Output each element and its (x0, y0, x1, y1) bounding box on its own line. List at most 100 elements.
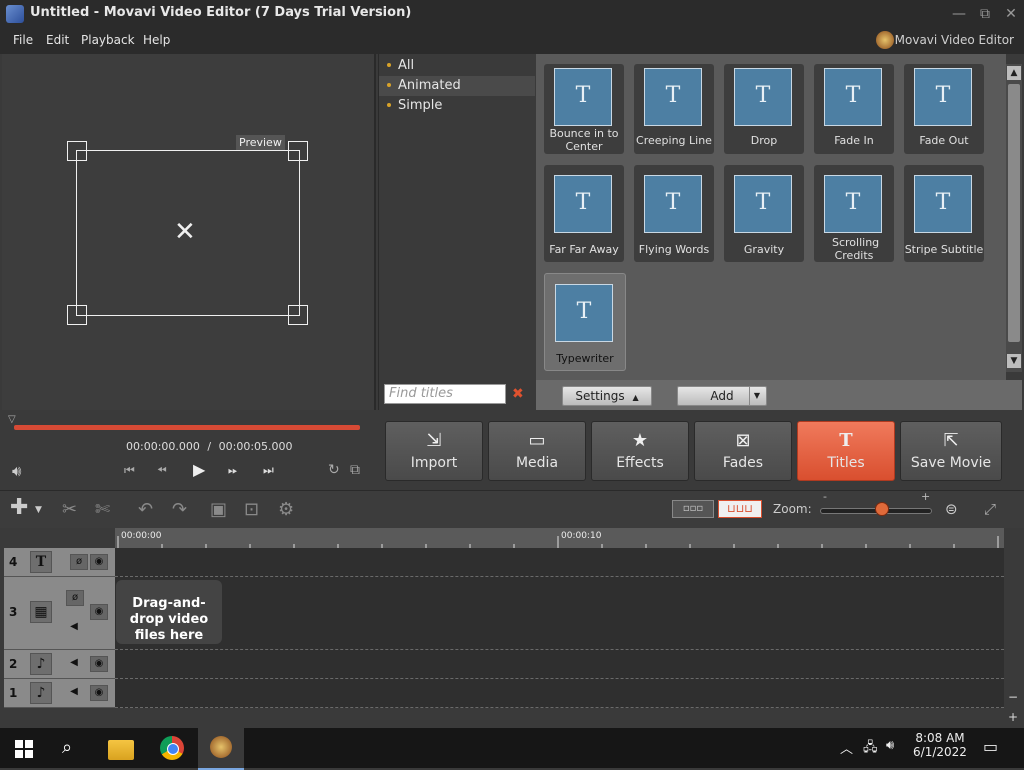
titles-scrollbar[interactable] (1006, 64, 1022, 372)
crop-icon[interactable]: ⧉ (350, 462, 360, 478)
cut-all-icon[interactable]: ✄ (95, 499, 110, 520)
resize-handle-bottom-right[interactable] (288, 305, 308, 325)
resize-handle-top-left[interactable] (67, 141, 87, 161)
title-tile-far-far-away[interactable]: T Far Far Away (544, 165, 624, 262)
playback-progress-bar[interactable] (14, 425, 360, 430)
title-tile-scrolling-credits[interactable]: T Scrolling Credits (814, 165, 894, 262)
fades-button[interactable]: ⊠ Fades (694, 421, 792, 481)
zoom-out-label[interactable]: - (823, 490, 827, 503)
title-glyph: T (845, 190, 861, 215)
redo-icon[interactable]: ↷ (172, 499, 187, 520)
rotate-icon[interactable]: ↻ (328, 462, 340, 478)
clip-export-icon[interactable]: ⊡ (244, 499, 259, 520)
media-button[interactable]: ▭ Media (488, 421, 586, 481)
timeline-view-icon[interactable]: ⊔⊔⊔ (718, 500, 762, 518)
skip-to-end-icon[interactable]: ⏭︎ (263, 463, 274, 478)
play-icon[interactable]: ▶ (193, 460, 205, 479)
add-button[interactable]: Add ▼ (677, 386, 767, 406)
track-lane-2[interactable] (115, 650, 1004, 679)
playhead-marker-icon[interactable]: ▽ (8, 414, 18, 425)
title-tile-fade-out[interactable]: T Fade Out (904, 64, 984, 154)
track-lane-1[interactable] (115, 679, 1004, 708)
zoom-in-label[interactable]: + (921, 490, 930, 503)
title-glyph: T (575, 190, 591, 215)
minimize-button[interactable]: — (946, 4, 972, 24)
track-lane-4[interactable] (115, 548, 1004, 577)
title-tile-flying-words[interactable]: T Flying Words (634, 165, 714, 262)
time-separator: / (207, 440, 212, 453)
menu-edit[interactable]: Edit (46, 33, 69, 47)
category-animated[interactable]: Animated (379, 76, 535, 96)
titles-button[interactable]: T Titles (797, 421, 895, 481)
find-titles-input[interactable]: Find titles (384, 384, 506, 404)
video-drop-zone[interactable]: Drag-and-drop video files here (116, 580, 222, 644)
eye-icon[interactable]: ◉ (90, 685, 108, 701)
scroll-down-icon[interactable]: ▼ (1007, 354, 1021, 368)
clip-properties-icon[interactable]: ▣ (210, 499, 227, 520)
clip-settings-icon[interactable]: ⚙ (278, 499, 294, 520)
title-tile-bounce-in-to-center[interactable]: T Bounce in to Center (544, 64, 624, 154)
fast-forward-icon[interactable]: ⏩︎ (228, 463, 238, 478)
timeline-ruler[interactable] (115, 528, 1004, 548)
import-button[interactable]: ⇲ Import (385, 421, 483, 481)
storyboard-view-icon[interactable]: ▫▫▫ (672, 500, 714, 518)
speaker-icon[interactable]: ◀ (66, 620, 82, 634)
volume-icon[interactable]: 🔊︎ (12, 462, 21, 480)
windows-start-icon[interactable] (15, 740, 33, 758)
title-tile-drop[interactable]: T Drop (724, 64, 804, 154)
effects-button[interactable]: ★ Effects (591, 421, 689, 481)
menu-help[interactable]: Help (143, 33, 170, 47)
eye-icon[interactable]: ◉ (90, 554, 108, 570)
search-icon[interactable]: ⌕ (62, 737, 72, 758)
timeline-zoom-minus-icon[interactable]: − (1008, 690, 1018, 704)
fx-icon[interactable]: ø (70, 554, 88, 570)
network-icon[interactable]: 🖧︎ (863, 738, 878, 760)
resize-handle-top-right[interactable] (288, 141, 308, 161)
category-simple[interactable]: Simple (379, 96, 535, 116)
system-clock[interactable]: 8:08 AM 6/1/2022 (900, 731, 980, 759)
split-icon[interactable]: ✂ (62, 499, 77, 520)
save-movie-button[interactable]: ⇱ Save Movie (900, 421, 1002, 481)
timeline-zoom-plus-icon[interactable]: + (1008, 710, 1018, 724)
skip-to-start-icon[interactable]: ⏮︎ (124, 463, 135, 478)
clear-search-icon[interactable]: ✖ (512, 386, 524, 402)
volume-tray-icon[interactable]: 🔊︎ (886, 738, 894, 753)
add-track-icon[interactable]: ✚ (10, 495, 28, 520)
preview-panel[interactable]: Preview ✕ (2, 54, 376, 410)
caret-down-icon[interactable]: ▼ (749, 387, 764, 405)
speaker-icon[interactable]: ◀ (66, 656, 82, 670)
fit-zoom-icon[interactable]: ⊜ (945, 500, 958, 518)
eye-icon[interactable]: ◉ (90, 604, 108, 620)
scrollbar-thumb[interactable] (1008, 84, 1020, 342)
track-lane-3[interactable] (115, 577, 1004, 650)
add-track-dropdown-icon[interactable]: ▼ (35, 505, 42, 515)
title-tile-fade-in[interactable]: T Fade In (814, 64, 894, 154)
menu-playback[interactable]: Playback (81, 33, 135, 47)
notifications-icon[interactable]: ▭ (983, 737, 998, 756)
category-all[interactable]: All (379, 56, 535, 76)
restore-button[interactable]: ⧉ (972, 4, 998, 24)
zoom-slider-thumb[interactable] (874, 502, 889, 516)
undo-icon[interactable]: ↶ (138, 499, 153, 520)
rewind-icon[interactable]: ⏪︎ (157, 463, 167, 478)
close-button[interactable]: ✕ (998, 4, 1024, 24)
scroll-up-icon[interactable]: ▲ (1007, 66, 1021, 80)
title-tile-typewriter[interactable]: T Typewriter (544, 273, 626, 371)
file-explorer-icon[interactable] (108, 740, 134, 760)
title-tile-gravity[interactable]: T Gravity (724, 165, 804, 262)
title-tile-stripe-subtitle[interactable]: T Stripe Subtitle (904, 165, 984, 262)
title-tile-creeping-line[interactable]: T Creeping Line (634, 64, 714, 154)
fx-icon[interactable]: ø (66, 590, 84, 606)
menu-file[interactable]: File (13, 33, 33, 47)
resize-handle-bottom-left[interactable] (67, 305, 87, 325)
settings-button[interactable]: Settings ▲ (562, 386, 652, 406)
chevron-up-icon[interactable]: ︿ (840, 738, 853, 757)
chrome-icon[interactable] (160, 736, 184, 760)
movavi-taskbar-button[interactable] (198, 728, 244, 770)
eye-icon[interactable]: ◉ (90, 656, 108, 672)
speaker-icon[interactable]: ◀ (66, 685, 82, 699)
fullscreen-icon[interactable]: ⤢ (984, 500, 996, 518)
button-label: Import (410, 455, 458, 471)
film-icon: ▦ (30, 601, 52, 623)
current-time: 00:00:00.000 (126, 440, 200, 453)
